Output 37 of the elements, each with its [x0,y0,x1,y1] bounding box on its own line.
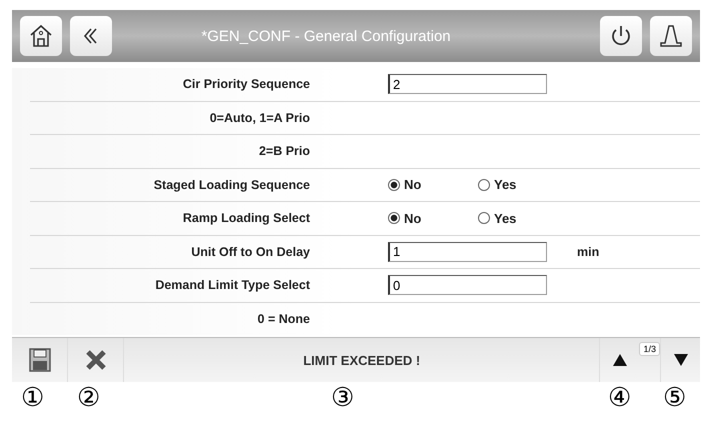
power-button[interactable] [600,16,642,56]
window-title: *GEN_CONF - General Configuration [200,28,452,44]
setting-label: Ramp Loading Select [182,211,310,226]
page-indicator: 1/3 [639,342,660,356]
setting-label: Demand Limit Type Select [154,278,310,292]
radio-option[interactable]: Yes [478,210,568,226]
home-icon [28,23,54,49]
back-button[interactable] [70,16,112,56]
callout-number: ③ [331,382,354,412]
callout-number: ⑤ [663,382,686,412]
note-text: 0 = None [256,312,310,326]
radio-option[interactable]: No [388,177,478,192]
unit-label: min [577,244,600,259]
callout-number: ① [21,382,44,412]
note-text: 2=B Prio [258,144,310,158]
note-text: 0=Auto, 1=A Prio [208,110,310,125]
radio-option[interactable]: No [388,210,478,226]
input-field[interactable]: 1 [388,242,547,262]
radio-button[interactable] [478,178,490,191]
home-button[interactable] [20,16,62,56]
callout-number: ② [77,382,100,412]
input-field[interactable]: 2 [388,74,547,94]
cross-icon [84,349,106,371]
setting-label: Staged Loading Sequence [152,178,310,192]
alarm-button[interactable] [650,16,692,56]
setting-label: Cir Priority Sequence [182,77,310,92]
radio-option[interactable]: Yes [478,177,568,192]
radio-button[interactable] [478,212,490,224]
radio-button[interactable] [388,178,400,191]
down-triangle-icon [674,354,688,366]
callout-number: ④ [608,382,631,412]
up-triangle-icon [612,354,627,366]
status-message: LIMIT EXCEEDED ! [302,352,422,368]
input-field[interactable]: 0 [388,275,547,296]
power-icon [609,24,633,48]
setting-label: Unit Off to On Delay [190,244,310,259]
radio-button[interactable] [388,212,400,224]
